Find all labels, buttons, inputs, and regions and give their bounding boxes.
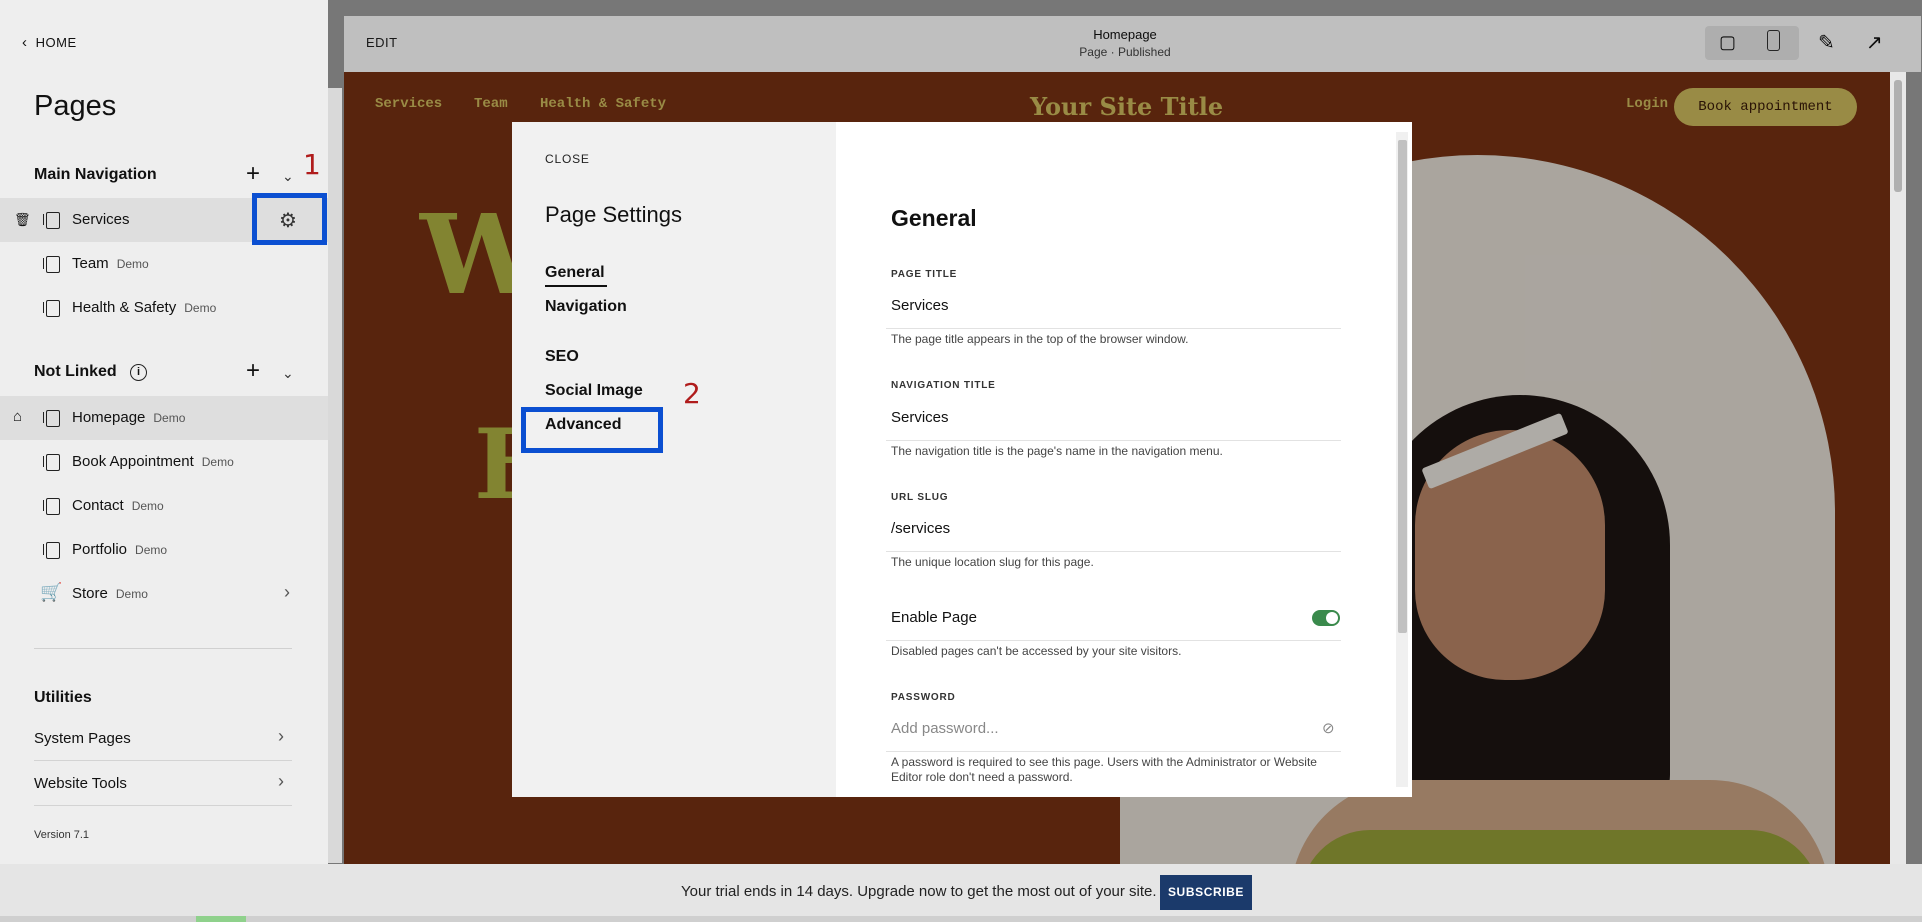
nav-title-field[interactable]: Services: [891, 409, 949, 426]
nav-title-help: The navigation title is the page's name …: [891, 444, 1223, 458]
page-title-field[interactable]: Services: [891, 297, 949, 314]
eye-slash-icon[interactable]: ⊘: [1322, 719, 1335, 737]
enable-page-help: Disabled pages can't be accessed by your…: [891, 644, 1182, 658]
password-label: PASSWORD: [891, 692, 956, 703]
annotation-number-2: 2: [683, 377, 701, 410]
field-underline: [886, 551, 1341, 552]
site-scrollbar-thumb[interactable]: [1894, 80, 1902, 192]
page-settings-modal: CLOSE Page Settings General Navigation S…: [512, 122, 1412, 797]
section-title: General: [891, 205, 977, 231]
annotation-box-gear: [252, 193, 327, 245]
annotation-number-1: 1: [303, 148, 321, 181]
topbar-dim-overlay: [344, 16, 1921, 72]
taskbar-indicator: [196, 916, 246, 922]
password-help: A password is required to see this page.…: [891, 755, 1317, 784]
url-slug-field[interactable]: /services: [891, 520, 950, 537]
close-button[interactable]: CLOSE: [545, 152, 590, 166]
enable-page-label: Enable Page: [891, 609, 977, 626]
url-slug-label: URL SLUG: [891, 492, 949, 503]
field-underline: [886, 751, 1341, 752]
field-underline: [886, 328, 1341, 329]
enable-page-toggle[interactable]: [1312, 610, 1340, 626]
subscribe-button[interactable]: SUBSCRIBE: [1160, 875, 1252, 910]
annotation-box-advanced: [521, 407, 663, 453]
menu-item-seo[interactable]: SEO: [545, 348, 579, 366]
page-title-help: The page title appears in the top of the…: [891, 332, 1189, 346]
menu-item-social-image[interactable]: Social Image: [545, 382, 643, 400]
modal-scrollbar-thumb[interactable]: [1398, 140, 1407, 633]
field-underline: [886, 640, 1341, 641]
page-title-label: PAGE TITLE: [891, 269, 958, 280]
sidebar-dim: [0, 0, 328, 864]
url-slug-help: The unique location slug for this page.: [891, 555, 1094, 569]
password-field[interactable]: Add password...: [891, 720, 999, 737]
nav-title-label: NAVIGATION TITLE: [891, 380, 996, 391]
menu-item-navigation[interactable]: Navigation: [545, 298, 627, 316]
field-underline: [886, 440, 1341, 441]
trial-text: Your trial ends in 14 days. Upgrade now …: [681, 883, 1157, 900]
sidebar-scrollbar[interactable]: [328, 88, 342, 863]
page-settings-title: Page Settings: [545, 202, 682, 227]
bottom-strip: [0, 916, 1922, 922]
menu-item-general[interactable]: General: [545, 264, 607, 287]
